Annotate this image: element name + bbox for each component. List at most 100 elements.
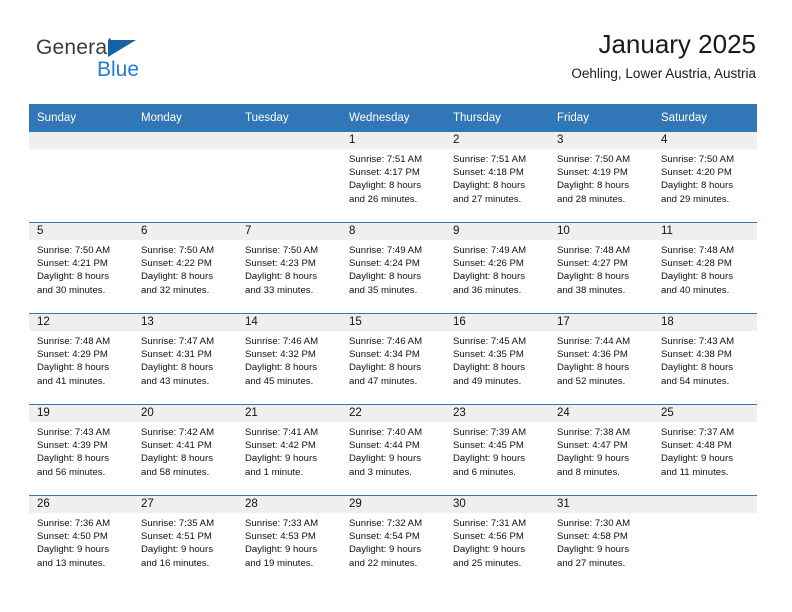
calendar-day-cell[interactable]: 20 Sunrise: 7:42 AM Sunset: 4:41 PM Dayligh… xyxy=(133,404,237,496)
calendar-day-cell[interactable]: 13 Sunrise: 7:47 AM Sunset: 4:31 PM Dayligh… xyxy=(133,313,237,405)
calendar-day-cell[interactable]: 8 Sunrise: 7:49 AM Sunset: 4:24 PM Daylight… xyxy=(341,222,445,314)
day-sunset-text: Sunset: 4:20 PM xyxy=(661,167,732,179)
calendar-day-cell[interactable]: 31 Sunrise: 7:30 AM Sunset: 4:58 PM Dayligh… xyxy=(549,495,653,586)
day-daylight-line1-text: Daylight: 9 hours xyxy=(37,544,109,556)
day-sunset-text: Sunset: 4:53 PM xyxy=(245,531,316,543)
calendar-week-row: 26 Sunrise: 7:36 AM Sunset: 4:50 PM Dayligh… xyxy=(29,495,757,586)
day-details: Sunrise: 7:50 AM Sunset: 4:20 PM Daylight:… xyxy=(653,149,757,206)
calendar-day-cell[interactable]: 18 Sunrise: 7:43 AM Sunset: 4:38 PM Dayligh… xyxy=(653,313,757,405)
calendar-day-cell[interactable]: 6 Sunrise: 7:50 AM Sunset: 4:22 PM Daylight… xyxy=(133,222,237,314)
day-daylight-line2-text: and 38 minutes. xyxy=(557,284,626,296)
day-sunset-text: Sunset: 4:19 PM xyxy=(557,167,628,179)
day-details: Sunrise: 7:48 AM Sunset: 4:29 PM Daylight:… xyxy=(29,331,133,388)
calendar-day-cell[interactable]: 23 Sunrise: 7:39 AM Sunset: 4:45 PM Dayligh… xyxy=(445,404,549,496)
day-sunrise-text: Sunrise: 7:31 AM xyxy=(453,518,527,529)
calendar-table: Sunday Monday Tuesday Wednesday Thursday… xyxy=(29,104,757,586)
day-cell-inner: 2 Sunrise: 7:51 AM Sunset: 4:18 PM Daylight… xyxy=(445,132,549,222)
day-cell-inner: 7 Sunrise: 7:50 AM Sunset: 4:23 PM Daylight… xyxy=(237,223,341,313)
day-sunrise-text: Sunrise: 7:50 AM xyxy=(37,245,111,256)
day-cell-inner: 29 Sunrise: 7:32 AM Sunset: 4:54 PM Dayligh… xyxy=(341,496,445,586)
day-details: Sunrise: 7:32 AM Sunset: 4:54 PM Daylight:… xyxy=(341,513,445,570)
calendar-day-cell[interactable]: 28 Sunrise: 7:33 AM Sunset: 4:53 PM Dayligh… xyxy=(237,495,341,586)
page-subtitle: Oehling, Lower Austria, Austria xyxy=(571,65,756,81)
day-daylight-line2-text: and 30 minutes. xyxy=(37,284,106,296)
day-sunrise-text: Sunrise: 7:43 AM xyxy=(37,427,111,438)
day-number: 11 xyxy=(653,223,757,240)
day-sunset-text: Sunset: 4:39 PM xyxy=(37,440,108,452)
calendar-day-cell[interactable]: 11 Sunrise: 7:48 AM Sunset: 4:28 PM Dayligh… xyxy=(653,222,757,314)
calendar-day-cell[interactable]: 2 Sunrise: 7:51 AM Sunset: 4:18 PM Daylight… xyxy=(445,132,549,223)
day-daylight-line1-text: Daylight: 9 hours xyxy=(245,453,317,465)
calendar-day-cell[interactable]: 1 Sunrise: 7:51 AM Sunset: 4:17 PM Daylight… xyxy=(341,132,445,223)
calendar-day-cell[interactable]: 5 Sunrise: 7:50 AM Sunset: 4:21 PM Daylight… xyxy=(29,222,133,314)
day-sunset-text: Sunset: 4:51 PM xyxy=(141,531,212,543)
day-sunrise-text: Sunrise: 7:50 AM xyxy=(141,245,215,256)
day-details xyxy=(237,149,341,153)
calendar-week-row: 19 Sunrise: 7:43 AM Sunset: 4:39 PM Dayligh… xyxy=(29,404,757,496)
day-cell-inner: 30 Sunrise: 7:31 AM Sunset: 4:56 PM Dayligh… xyxy=(445,496,549,586)
day-number xyxy=(29,132,133,149)
day-cell-inner: 19 Sunrise: 7:43 AM Sunset: 4:39 PM Dayligh… xyxy=(29,405,133,495)
day-daylight-line1-text: Daylight: 9 hours xyxy=(245,544,317,556)
calendar-day-cell[interactable]: 24 Sunrise: 7:38 AM Sunset: 4:47 PM Dayligh… xyxy=(549,404,653,496)
day-daylight-line2-text: and 58 minutes. xyxy=(141,466,210,478)
calendar-day-cell[interactable]: 16 Sunrise: 7:45 AM Sunset: 4:35 PM Dayligh… xyxy=(445,313,549,405)
day-number: 4 xyxy=(653,132,757,149)
day-sunrise-text: Sunrise: 7:30 AM xyxy=(557,518,631,529)
calendar-day-cell[interactable]: 14 Sunrise: 7:46 AM Sunset: 4:32 PM Dayligh… xyxy=(237,313,341,405)
calendar-day-cell[interactable]: 10 Sunrise: 7:48 AM Sunset: 4:27 PM Dayligh… xyxy=(549,222,653,314)
calendar-day-cell[interactable]: 4 Sunrise: 7:50 AM Sunset: 4:20 PM Daylight… xyxy=(653,132,757,223)
calendar-day-cell[interactable]: 30 Sunrise: 7:31 AM Sunset: 4:56 PM Dayligh… xyxy=(445,495,549,586)
day-cell-inner: 25 Sunrise: 7:37 AM Sunset: 4:48 PM Dayligh… xyxy=(653,405,757,495)
day-daylight-line1-text: Daylight: 9 hours xyxy=(349,453,421,465)
day-sunset-text: Sunset: 4:35 PM xyxy=(453,349,524,361)
page-title: January 2025 xyxy=(598,29,756,59)
calendar-day-cell[interactable]: 19 Sunrise: 7:43 AM Sunset: 4:39 PM Dayligh… xyxy=(29,404,133,496)
day-daylight-line1-text: Daylight: 8 hours xyxy=(661,180,733,192)
day-daylight-line1-text: Daylight: 8 hours xyxy=(245,271,317,283)
day-cell-inner: 3 Sunrise: 7:50 AM Sunset: 4:19 PM Daylight… xyxy=(549,132,653,222)
day-daylight-line1-text: Daylight: 8 hours xyxy=(37,362,109,374)
weekday-header-monday: Monday xyxy=(133,104,237,132)
calendar-day-cell[interactable]: 7 Sunrise: 7:50 AM Sunset: 4:23 PM Daylight… xyxy=(237,222,341,314)
day-sunrise-text: Sunrise: 7:51 AM xyxy=(453,154,527,165)
calendar-day-cell xyxy=(29,132,133,223)
day-sunset-text: Sunset: 4:24 PM xyxy=(349,258,420,270)
calendar-day-cell[interactable]: 21 Sunrise: 7:41 AM Sunset: 4:42 PM Dayligh… xyxy=(237,404,341,496)
day-number xyxy=(237,132,341,149)
day-details: Sunrise: 7:31 AM Sunset: 4:56 PM Daylight:… xyxy=(445,513,549,570)
day-sunset-text: Sunset: 4:31 PM xyxy=(141,349,212,361)
calendar-day-cell[interactable]: 25 Sunrise: 7:37 AM Sunset: 4:48 PM Dayligh… xyxy=(653,404,757,496)
day-sunset-text: Sunset: 4:38 PM xyxy=(661,349,732,361)
day-daylight-line1-text: Daylight: 9 hours xyxy=(557,453,629,465)
calendar-day-cell[interactable]: 15 Sunrise: 7:46 AM Sunset: 4:34 PM Dayligh… xyxy=(341,313,445,405)
day-details: Sunrise: 7:45 AM Sunset: 4:35 PM Daylight:… xyxy=(445,331,549,388)
day-sunrise-text: Sunrise: 7:43 AM xyxy=(661,336,735,347)
calendar-page: General Blue January 2025 Oehling, Lower… xyxy=(0,0,792,612)
calendar-day-cell[interactable]: 27 Sunrise: 7:35 AM Sunset: 4:51 PM Dayligh… xyxy=(133,495,237,586)
day-daylight-line2-text: and 13 minutes. xyxy=(37,557,106,569)
day-sunrise-text: Sunrise: 7:33 AM xyxy=(245,518,319,529)
calendar-day-cell[interactable]: 12 Sunrise: 7:48 AM Sunset: 4:29 PM Dayligh… xyxy=(29,313,133,405)
day-cell-inner: 14 Sunrise: 7:46 AM Sunset: 4:32 PM Dayligh… xyxy=(237,314,341,404)
day-daylight-line1-text: Daylight: 9 hours xyxy=(349,544,421,556)
calendar-day-cell[interactable]: 29 Sunrise: 7:32 AM Sunset: 4:54 PM Dayligh… xyxy=(341,495,445,586)
day-daylight-line1-text: Daylight: 8 hours xyxy=(37,453,109,465)
calendar-day-cell[interactable]: 9 Sunrise: 7:49 AM Sunset: 4:26 PM Daylight… xyxy=(445,222,549,314)
calendar-day-cell[interactable]: 26 Sunrise: 7:36 AM Sunset: 4:50 PM Dayligh… xyxy=(29,495,133,586)
brand-logo[interactable]: General Blue xyxy=(36,36,236,92)
day-sunset-text: Sunset: 4:28 PM xyxy=(661,258,732,270)
day-daylight-line2-text: and 26 minutes. xyxy=(349,193,418,205)
day-details: Sunrise: 7:51 AM Sunset: 4:17 PM Daylight:… xyxy=(341,149,445,206)
day-sunset-text: Sunset: 4:50 PM xyxy=(37,531,108,543)
calendar-day-cell[interactable]: 22 Sunrise: 7:40 AM Sunset: 4:44 PM Dayligh… xyxy=(341,404,445,496)
day-number: 30 xyxy=(445,496,549,513)
day-number: 17 xyxy=(549,314,653,331)
day-sunrise-text: Sunrise: 7:49 AM xyxy=(349,245,423,256)
day-cell-inner: 8 Sunrise: 7:49 AM Sunset: 4:24 PM Daylight… xyxy=(341,223,445,313)
calendar-day-cell[interactable]: 3 Sunrise: 7:50 AM Sunset: 4:19 PM Daylight… xyxy=(549,132,653,223)
day-cell-inner: 18 Sunrise: 7:43 AM Sunset: 4:38 PM Dayligh… xyxy=(653,314,757,404)
day-daylight-line2-text: and 49 minutes. xyxy=(453,375,522,387)
day-cell-inner: 1 Sunrise: 7:51 AM Sunset: 4:17 PM Daylight… xyxy=(341,132,445,222)
calendar-day-cell[interactable]: 17 Sunrise: 7:44 AM Sunset: 4:36 PM Dayligh… xyxy=(549,313,653,405)
